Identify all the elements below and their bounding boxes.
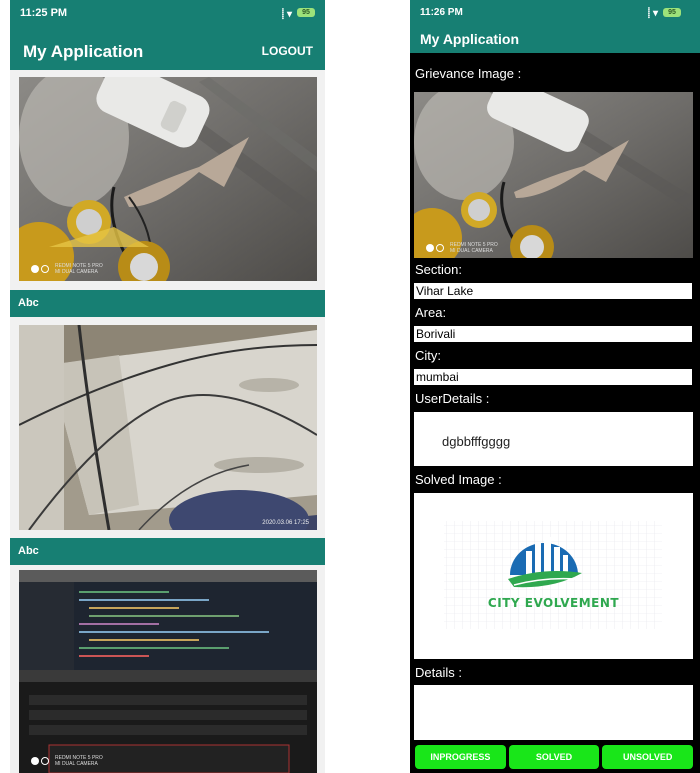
camera-watermark: REDMI NOTE 5 PRO MI DUAL CAMERA: [31, 263, 103, 275]
area-field[interactable]: Borivali: [414, 326, 692, 342]
solved-image-label: Solved Image :: [415, 472, 502, 487]
dual-camera-icon: [426, 244, 444, 252]
inprogress-button[interactable]: INPROGRESS: [415, 745, 506, 769]
grievance-photo[interactable]: 2020.03.06 17:25: [19, 325, 317, 530]
status-bar: 11:25 PM ⸽ ▾ 95: [10, 0, 325, 25]
status-bar: 11:26 PM ⸽ ▾ 95: [410, 0, 700, 24]
city-evolvement-logo: [444, 521, 662, 629]
solved-image: CITY EVOLVEMENT: [414, 493, 693, 659]
logo-text: CITY EVOLVEMENT: [487, 596, 620, 610]
battery-icon: 95: [297, 8, 315, 17]
area-label: Area:: [415, 305, 447, 320]
signal-wifi-icon: ⸽ ▾: [281, 8, 292, 20]
city-label: City:: [415, 348, 441, 363]
user-details-value: dgbbfffgggg: [442, 434, 511, 449]
grievance-image-label: Grievance Image :: [415, 66, 522, 81]
camera-watermark: REDMI NOTE 5 PRO MI DUAL CAMERA: [31, 755, 103, 767]
photo-timestamp: 2020.03.06 17:25: [262, 520, 309, 526]
signal-wifi-icon: ⸽ ▾: [647, 8, 658, 19]
app-title: My Application: [420, 31, 520, 47]
list-item-label[interactable]: Abc: [10, 538, 325, 565]
photo-spinner-phone: [19, 77, 317, 281]
solved-button[interactable]: SOLVED: [508, 745, 600, 769]
battery-icon: 95: [663, 7, 681, 17]
app-bar: 11:25 PM ⸽ ▾ 95 My Application LOGOUT: [10, 0, 325, 70]
dual-camera-icon: [31, 265, 49, 273]
camera-watermark: REDMI NOTE 5 PRO MI DUAL CAMERA: [426, 242, 498, 254]
grievance-photo[interactable]: REDMI NOTE 5 PRO MI DUAL CAMERA: [19, 77, 317, 281]
app-bar: 11:26 PM ⸽ ▾ 95 My Application: [410, 0, 700, 53]
status-time: 11:26 PM: [420, 6, 463, 18]
unsolved-button[interactable]: UNSOLVED: [602, 745, 694, 769]
grievance-image: REDMI NOTE 5 PRO MI DUAL CAMERA: [414, 92, 693, 258]
section-label: Section:: [415, 262, 462, 277]
details-label: Details :: [415, 665, 462, 680]
grievance-photo[interactable]: REDMI NOTE 5 PRO MI DUAL CAMERA: [19, 570, 317, 773]
right-phone-screen: 11:26 PM ⸽ ▾ 95 My Application Grievance…: [410, 0, 700, 773]
user-details-label: UserDetails :: [415, 391, 490, 406]
dual-camera-icon: [31, 757, 49, 765]
details-box[interactable]: [414, 685, 693, 740]
status-time: 11:25 PM: [20, 6, 68, 19]
photo-laptop-screen: [19, 570, 317, 773]
logout-button[interactable]: LOGOUT: [262, 44, 313, 58]
app-title: My Application: [23, 42, 144, 61]
section-field[interactable]: Vihar Lake: [414, 283, 692, 299]
status-button-row: INPROGRESS SOLVED UNSOLVED: [415, 745, 694, 769]
photo-spinner-phone: [414, 92, 693, 258]
photo-wall-cables: [19, 325, 317, 530]
status-icons: ⸽ ▾ 95: [282, 6, 315, 20]
status-icons: ⸽ ▾ 95: [648, 5, 681, 19]
left-phone-screen: 11:25 PM ⸽ ▾ 95 My Application LOGOUT RE…: [10, 0, 325, 773]
city-field[interactable]: mumbai: [414, 369, 692, 385]
user-details-box[interactable]: dgbbfffgggg: [414, 412, 693, 466]
list-item-label[interactable]: Abc: [10, 290, 325, 317]
